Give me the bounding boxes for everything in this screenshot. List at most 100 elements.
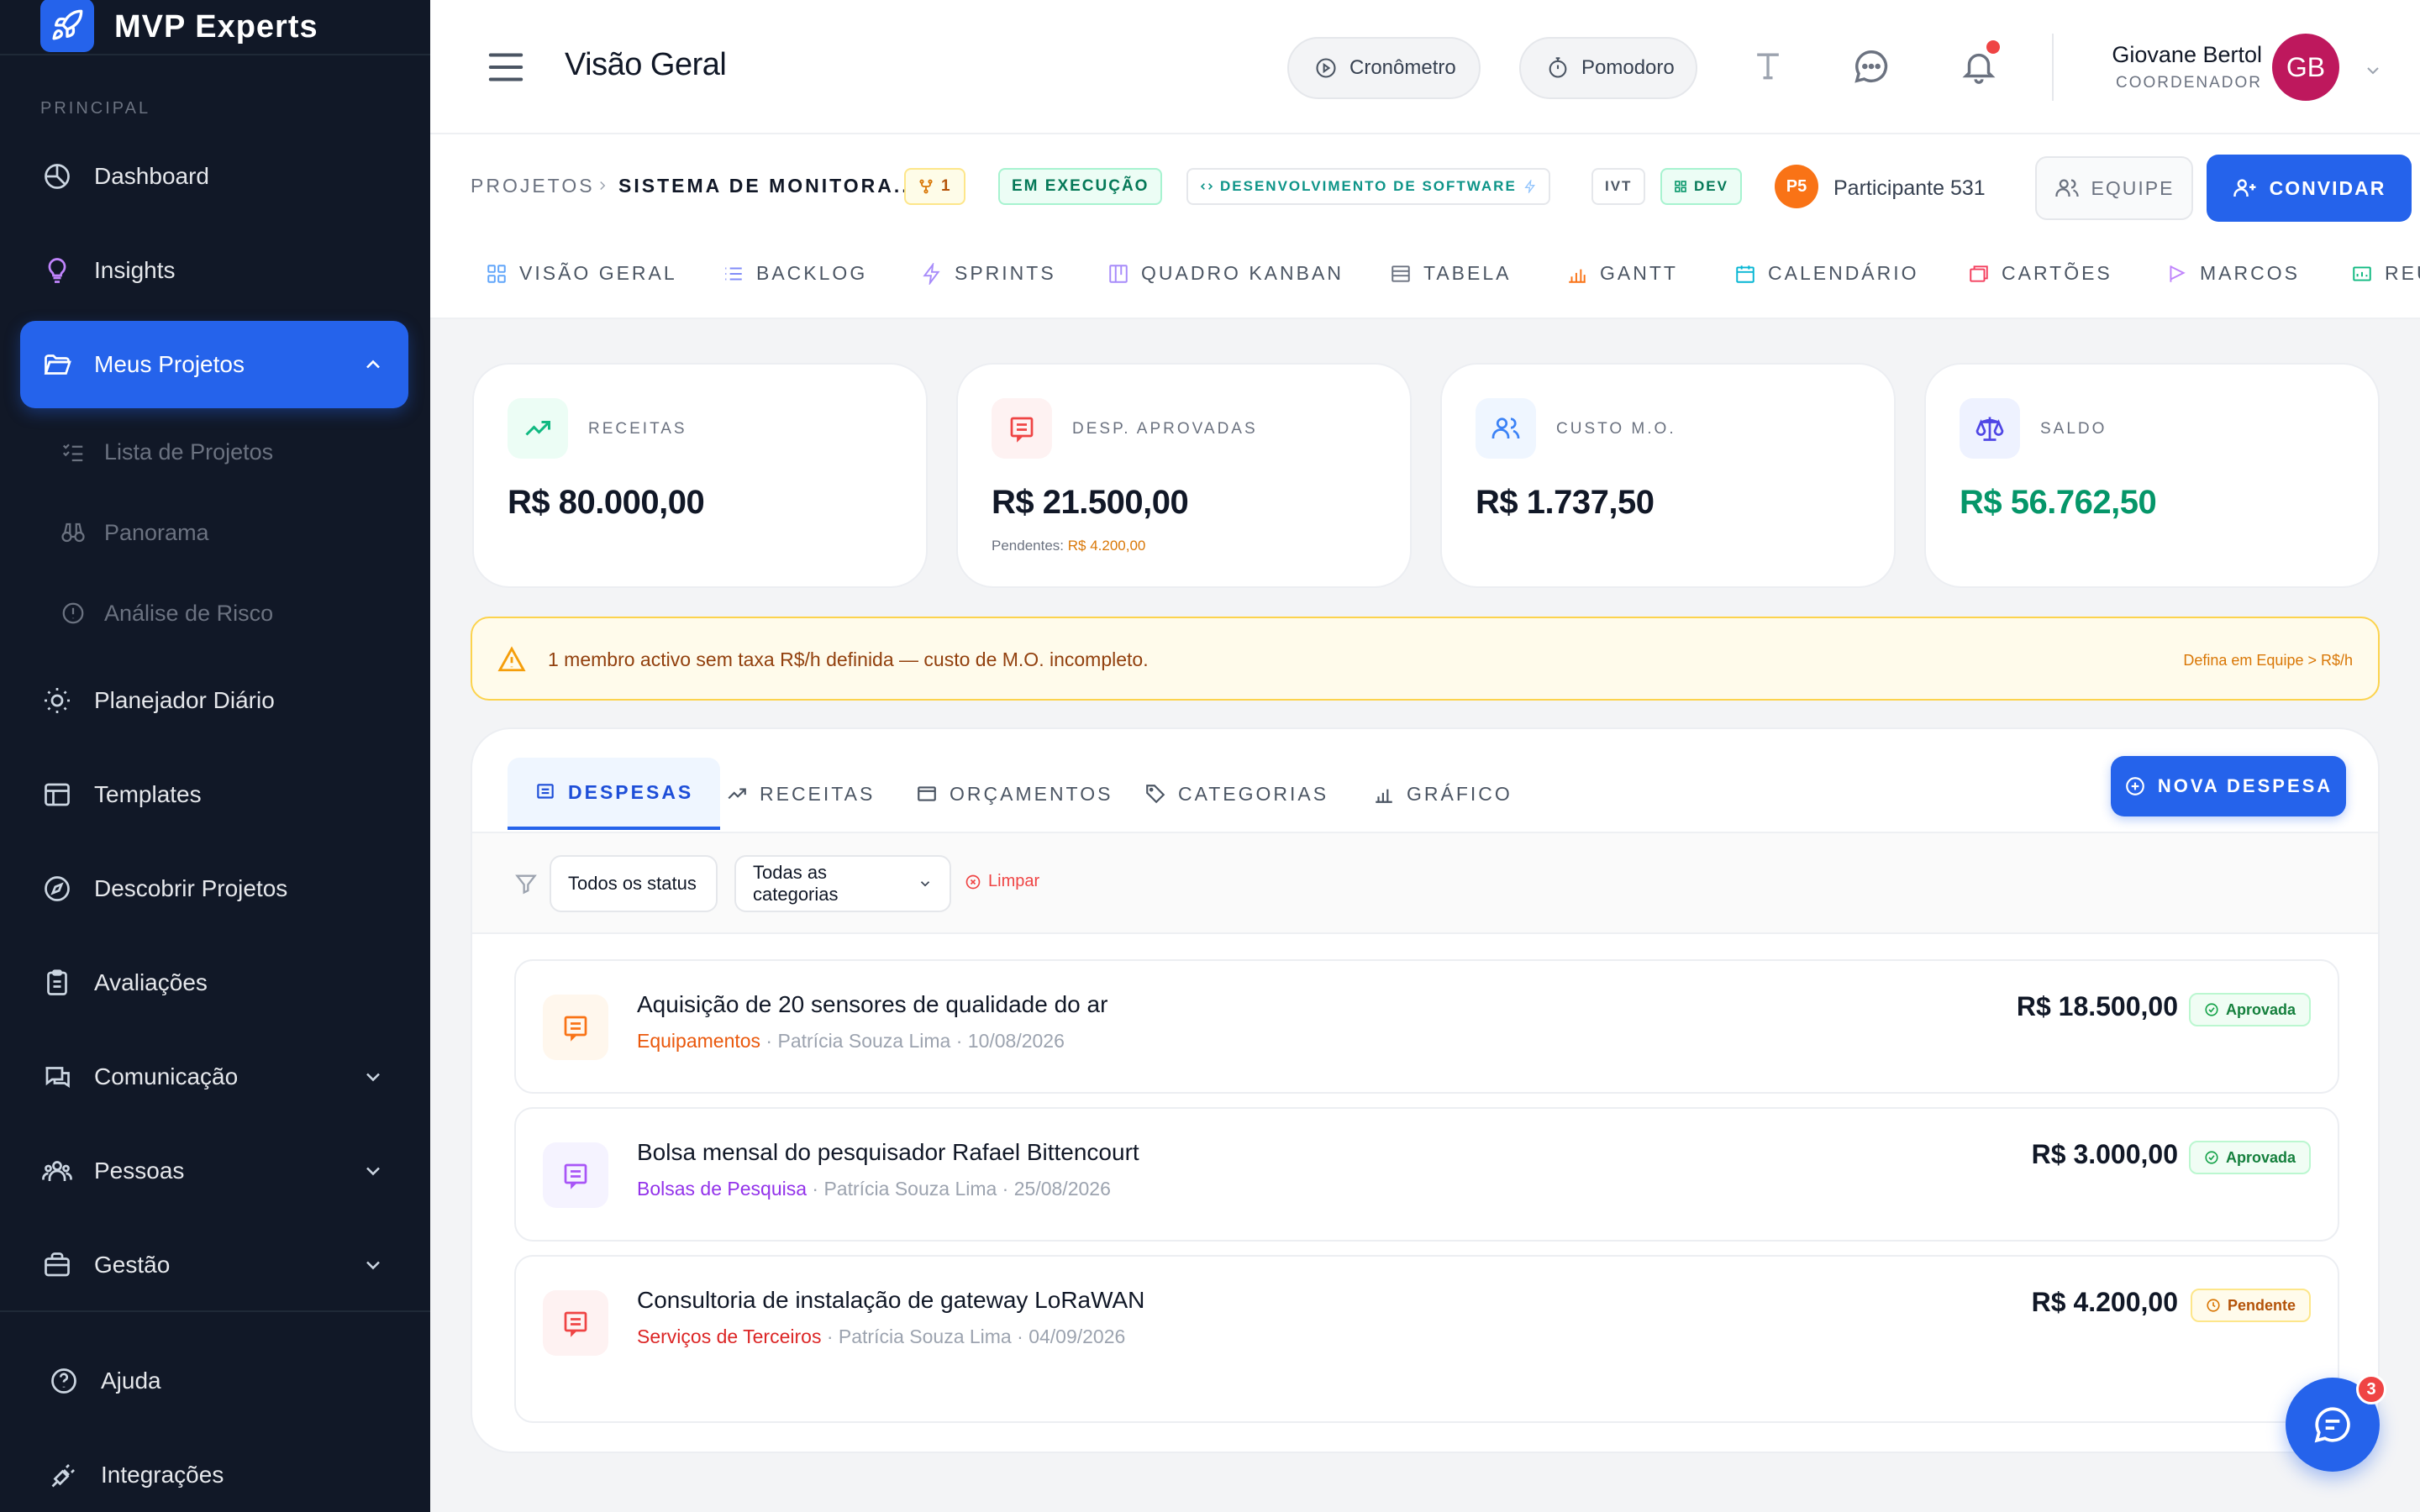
tab-sprints[interactable]: SPRINTS (921, 262, 1056, 285)
sidebar-item-dashboard[interactable]: Dashboard (20, 133, 408, 220)
participant-avatar[interactable]: P5 (1775, 165, 1818, 208)
clear-filters-button[interactable]: Limpar (965, 872, 1039, 891)
expense-row[interactable]: Bolsa mensal do pesquisador Rafael Bitte… (514, 1107, 2339, 1242)
tab-tabela[interactable]: TABELA (1390, 262, 1512, 285)
tag-icon (1144, 783, 1166, 805)
tab-visao-geral[interactable]: VISÃO GERAL (486, 262, 677, 285)
breadcrumb-root[interactable]: PROJETOS (471, 175, 595, 197)
top-header: Visão Geral Cronômetro Pomodoro Giovane … (430, 0, 2420, 134)
chevron-right-icon (595, 178, 610, 193)
timer-icon (1546, 56, 1570, 80)
expense-amount: R$ 3.000,00 (2031, 1139, 2178, 1169)
tab-categorias[interactable]: CATEGORIAS (1118, 758, 1355, 830)
cronometro-button[interactable]: Cronômetro (1287, 37, 1481, 99)
tab-despesas[interactable]: DESPESAS (508, 758, 721, 830)
alert-link[interactable]: Defina em Equipe > R$/h (2183, 652, 2353, 669)
expense-person: Patrícia Souza Lima (838, 1326, 1012, 1347)
sidebar-item-label: Insights (94, 257, 176, 283)
user-role: COORDENADOR (2115, 74, 2262, 92)
kanban-icon (1107, 263, 1129, 285)
sidebar-subitem-lista-projetos[interactable]: Lista de Projetos (60, 427, 273, 477)
sidebar-item-gestao[interactable]: Gestão (20, 1221, 408, 1309)
team-button-label: EQUIPE (2091, 176, 2175, 199)
bar-chart-icon (1566, 263, 1588, 285)
sidebar-item-label: Dashboard (94, 163, 209, 189)
expense-category: Equipamentos (637, 1030, 761, 1052)
divider (0, 1310, 430, 1312)
clock-icon (2206, 1298, 2221, 1313)
stat-value: R$ 21.500,00 (992, 484, 1189, 521)
sidebar-item-avaliacoes[interactable]: Avaliações (20, 939, 408, 1026)
sidebar-subitem-panorama[interactable]: Panorama (60, 507, 209, 558)
sidebar-subitem-label: Lista de Projetos (104, 438, 274, 465)
category-filter-select[interactable]: Todas as categorias (734, 855, 951, 912)
sidebar-item-insights[interactable]: Insights (20, 227, 408, 314)
brand[interactable]: MVP Experts (40, 0, 318, 54)
warning-alert: 1 membro activo sem taxa R$/h definida —… (471, 617, 2380, 701)
sidebar-item-pessoas[interactable]: Pessoas (20, 1127, 408, 1215)
tab-marcos[interactable]: MARCOS (2166, 262, 2300, 285)
tab-reunioes[interactable]: REU (2351, 262, 2420, 285)
page-title: Visão Geral (565, 47, 727, 82)
expense-amount: R$ 18.500,00 (2016, 991, 2178, 1021)
status-badge: Pendente (2190, 1289, 2311, 1322)
tag-dev-label: DEV (1694, 178, 1728, 194)
notification-dot (1986, 40, 2000, 54)
user-name: Giovane Bertol (2112, 42, 2262, 67)
tab-receitas[interactable]: RECEITAS (699, 758, 902, 830)
chevron-up-icon (361, 353, 385, 376)
text-size-icon[interactable] (1749, 47, 1786, 84)
stat-value: R$ 1.737,50 (1476, 484, 1655, 521)
tab-gantt[interactable]: GANTT (1566, 262, 1678, 285)
chevron-down-icon (918, 876, 933, 891)
sidebar-item-integracoes[interactable]: Integrações (27, 1431, 415, 1512)
wallet-icon (916, 783, 938, 805)
avatar[interactable]: GB (2272, 34, 2339, 101)
stat-value: R$ 56.762,50 (1960, 484, 2157, 521)
sidebar-item-label: Gestão (94, 1252, 171, 1278)
status-badge: Aprovada (2188, 993, 2311, 1026)
sparkle-icon (1523, 180, 1537, 193)
chevron-down-icon[interactable] (2363, 60, 2383, 81)
sidebar-item-descobrir[interactable]: Descobrir Projetos (20, 845, 408, 932)
tab-label: MARCOS (2200, 262, 2300, 284)
invite-button[interactable]: CONVIDAR (2207, 155, 2412, 222)
pomodoro-label: Pomodoro (1581, 56, 1675, 79)
flag-icon (2166, 263, 2188, 285)
sidebar-item-label: Integrações (101, 1462, 224, 1488)
tab-orcamentos[interactable]: ORÇAMENTOS (889, 758, 1139, 830)
expense-row[interactable]: Aquisição de 20 sensores de qualidade do… (514, 959, 2339, 1094)
menu-icon[interactable] (487, 50, 524, 84)
sidebar-item-templates[interactable]: Templates (20, 751, 408, 838)
tab-calendario[interactable]: CALENDÁRIO (1734, 262, 1919, 285)
message-icon[interactable] (1852, 47, 1891, 86)
users-icon (40, 1154, 74, 1188)
receipt-icon (534, 781, 556, 803)
expense-amount: R$ 4.200,00 (2031, 1287, 2178, 1317)
divider (0, 54, 430, 55)
list-check-icon (60, 439, 86, 465)
project-bar: PROJETOS SISTEMA DE MONITORA... 1 EM EXE… (430, 134, 2420, 319)
pomodoro-button[interactable]: Pomodoro (1519, 37, 1697, 99)
sidebar-item-ajuda[interactable]: Ajuda (27, 1337, 415, 1425)
status-filter-select[interactable]: Todos os status (550, 855, 718, 912)
layout-icon (40, 778, 74, 811)
expense-category: Serviços de Terceiros (637, 1326, 822, 1347)
sidebar-item-planejador[interactable]: Planejador Diário (20, 657, 408, 744)
status-label: Aprovada (2225, 1148, 2296, 1166)
users-icon (2054, 176, 2080, 201)
tab-cartoes[interactable]: CARTÕES (1968, 262, 2112, 285)
team-button[interactable]: EQUIPE (2035, 156, 2193, 220)
users-icon (1476, 398, 1536, 459)
sidebar-subitem-analise-risco[interactable]: Análise de Risco (60, 588, 273, 638)
tab-grafico[interactable]: GRÁFICO (1346, 758, 1539, 830)
tab-backlog[interactable]: BACKLOG (723, 262, 867, 285)
sidebar-item-comunicacao[interactable]: Comunicação (20, 1033, 408, 1121)
sidebar-item-meus-projetos[interactable]: Meus Projetos (20, 321, 408, 408)
new-expense-button[interactable]: NOVA DESPESA (2111, 756, 2346, 816)
fork-badge[interactable]: 1 (904, 168, 965, 205)
tab-label: SPRINTS (955, 262, 1056, 284)
tab-kanban[interactable]: QUADRO KANBAN (1107, 262, 1344, 285)
breadcrumb-current: SISTEMA DE MONITORA... (618, 175, 918, 197)
expense-row[interactable]: Consultoria de instalação de gateway LoR… (514, 1255, 2339, 1423)
